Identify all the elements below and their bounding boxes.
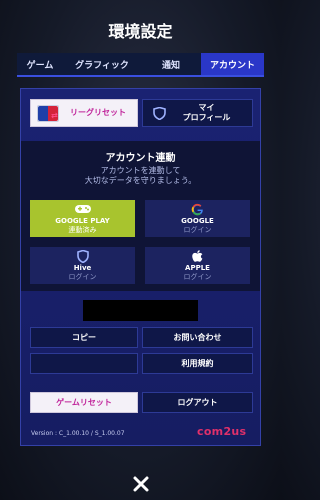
empty-slot <box>30 353 138 374</box>
hive-shield-icon <box>153 106 166 123</box>
account-link-title: アカウント連動 <box>105 153 176 164</box>
game-reset-button[interactable]: ゲームリセット <box>30 392 138 413</box>
league-reset-button[interactable]: ⇄ リーグリセット <box>30 99 138 127</box>
google-login-tile[interactable]: GOOGLE ログイン <box>145 200 250 237</box>
my-profile-label: マイ プロフィール <box>183 103 231 123</box>
redacted-user-id <box>83 300 198 321</box>
my-profile-label-line1: マイ <box>198 103 215 112</box>
copy-button[interactable]: コピー <box>30 327 138 348</box>
apple-status: ログイン <box>183 272 212 281</box>
version-text: Version : C_1.00.10 / S_1.00.07 <box>31 430 125 437</box>
tab-graphics[interactable]: グラフィック <box>63 53 141 75</box>
apple-name: APPLE <box>185 264 210 273</box>
google-play-name: GOOGLE PLAY <box>55 217 110 226</box>
my-profile-label-line2: プロフィール <box>182 113 231 122</box>
my-profile-button[interactable]: マイ プロフィール <box>142 99 253 127</box>
gamepad-icon <box>30 203 135 215</box>
tab-account[interactable]: アカウント <box>201 53 264 75</box>
com2us-logo: com2us <box>197 425 247 438</box>
account-link-subtitle: アカウントを連動して 大切なデータを守りましょう。 <box>21 166 260 186</box>
close-button[interactable] <box>126 471 155 496</box>
logout-button[interactable]: ログアウト <box>142 392 253 413</box>
close-icon <box>133 476 148 491</box>
contact-button[interactable]: お問い合わせ <box>142 327 253 348</box>
google-play-login-tile[interactable]: GOOGLE PLAY 連動済み <box>30 200 135 237</box>
terms-button[interactable]: 利用規約 <box>142 353 253 374</box>
hive-name: Hive <box>73 264 92 273</box>
google-icon <box>145 203 250 216</box>
link-sub-line1: アカウントを連動して <box>100 166 181 175</box>
settings-tabs: ゲーム グラフィック 通知 アカウント <box>17 53 264 77</box>
google-play-status: 連動済み <box>68 225 97 234</box>
account-panel: ⇄ リーグリセット マイ プロフィール アカウント連動 アカウントを連動して 大… <box>20 88 261 446</box>
hive-shield-icon <box>30 250 135 263</box>
apple-icon <box>145 250 250 263</box>
google-name: GOOGLE <box>181 217 214 226</box>
link-sub-line2: 大切なデータを守りましょう。 <box>84 176 197 185</box>
page-title: 環境設定 <box>108 22 173 41</box>
reset-arrow-icon: ⇄ <box>51 111 58 120</box>
google-status: ログイン <box>183 225 212 234</box>
tab-game[interactable]: ゲーム <box>17 53 63 75</box>
hive-status: ログイン <box>68 272 97 281</box>
hive-login-tile[interactable]: Hive ログイン <box>30 247 135 284</box>
league-reset-label: リーグリセット <box>70 108 126 117</box>
tab-notifications[interactable]: 通知 <box>141 53 201 75</box>
apple-login-tile[interactable]: APPLE ログイン <box>145 247 250 284</box>
